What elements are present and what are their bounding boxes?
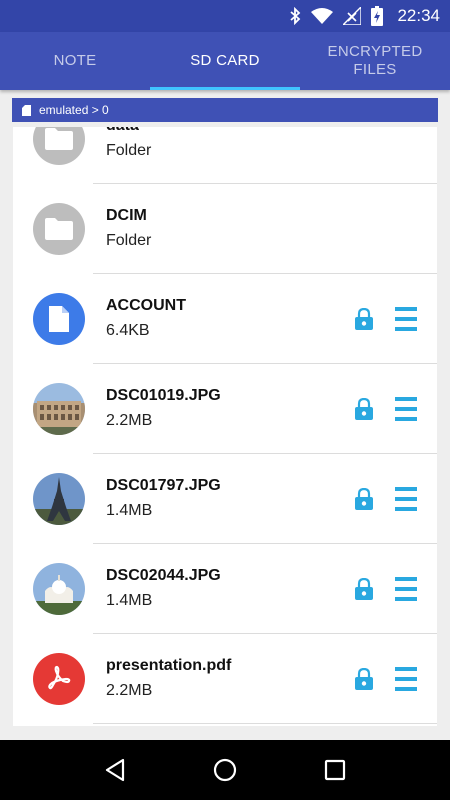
file-name: DSC01797.JPG <box>106 477 221 494</box>
file-name: DSC01019.JPG <box>106 387 221 404</box>
file-detail: Folder <box>106 232 152 249</box>
file-detail: 2.2MB <box>106 682 153 699</box>
battery-charging-icon <box>371 6 384 26</box>
list-item[interactable]: ACCOUNT 6.4KB <box>13 274 437 364</box>
list-item[interactable]: DSC01019.JPG 2.2MB <box>13 364 437 454</box>
tab-encrypted-files-label: ENCRYPTED FILES <box>327 43 423 78</box>
file-detail: Folder <box>106 142 152 159</box>
file-list[interactable]: data Folder DCIM Folder ACCOUNT 6.4KB <box>13 127 437 726</box>
menu-icon[interactable] <box>395 486 417 512</box>
file-detail: 1.4MB <box>106 592 153 609</box>
file-detail: 6.4KB <box>106 322 150 339</box>
recents-square-icon <box>324 759 346 781</box>
lock-icon[interactable] <box>355 668 373 690</box>
image-thumbnail <box>33 383 85 435</box>
lock-icon[interactable] <box>355 578 373 600</box>
lock-icon[interactable] <box>355 488 373 510</box>
cell-signal-icon <box>343 7 362 25</box>
menu-icon[interactable] <box>395 396 417 422</box>
menu-icon[interactable] <box>395 666 417 692</box>
navigation-bar <box>0 740 450 800</box>
list-item[interactable]: DSC02044.JPG 1.4MB <box>13 544 437 634</box>
list-item[interactable]: presentation.pdf 2.2MB <box>13 634 437 724</box>
bluetooth-icon <box>290 7 301 25</box>
file-name: ACCOUNT <box>106 297 186 314</box>
colosseum-thumbnail-icon <box>33 383 85 435</box>
file-name: DSC02044.JPG <box>106 567 221 584</box>
list-item[interactable]: DSC01797.JPG 1.4MB <box>13 454 437 544</box>
folder-avatar <box>33 127 85 165</box>
menu-icon[interactable] <box>395 576 417 602</box>
document-icon <box>49 306 69 332</box>
clock: 22:34 <box>397 6 440 25</box>
status-bar: 22:34 <box>0 0 450 32</box>
folder-icon <box>45 128 73 150</box>
image-thumbnail <box>33 473 85 525</box>
breadcrumb[interactable]: emulated > 0 <box>12 98 438 122</box>
file-detail: 1.4MB <box>106 502 153 519</box>
home-circle-icon <box>213 758 237 782</box>
tab-encrypted-files[interactable]: ENCRYPTED FILES <box>300 32 450 90</box>
wifi-icon <box>311 8 334 24</box>
home-button[interactable] <box>205 750 245 790</box>
document-avatar <box>33 293 85 345</box>
list-item[interactable]: DCIM Folder <box>13 184 437 274</box>
eiffel-tower-thumbnail-icon <box>33 473 85 525</box>
file-name: data <box>106 127 139 135</box>
folder-icon <box>45 218 73 240</box>
folder-avatar <box>33 203 85 255</box>
list-item[interactable]: data Folder <box>13 127 437 184</box>
tab-sd-card[interactable]: SD CARD <box>150 32 300 90</box>
image-thumbnail <box>33 563 85 615</box>
breadcrumb-path: emulated > 0 <box>39 103 109 117</box>
basilica-thumbnail-icon <box>33 563 85 615</box>
lock-icon[interactable] <box>355 308 373 330</box>
back-triangle-icon <box>105 758 125 782</box>
file-detail: 2.2MB <box>106 412 153 429</box>
pdf-icon <box>48 665 71 690</box>
file-name: DCIM <box>106 207 147 224</box>
back-button[interactable] <box>95 750 135 790</box>
tab-bar: NOTE SD CARD ENCRYPTED FILES <box>0 32 450 90</box>
menu-icon[interactable] <box>395 306 417 332</box>
file-name: presentation.pdf <box>106 657 232 674</box>
file-list-rows: data Folder DCIM Folder ACCOUNT 6.4KB <box>13 127 437 724</box>
divider <box>93 723 437 724</box>
recents-button[interactable] <box>315 750 355 790</box>
pdf-avatar <box>33 653 85 705</box>
status-icons: 22:34 <box>289 0 440 32</box>
tab-note[interactable]: NOTE <box>0 32 150 90</box>
sd-card-icon <box>22 104 31 116</box>
lock-icon[interactable] <box>355 398 373 420</box>
